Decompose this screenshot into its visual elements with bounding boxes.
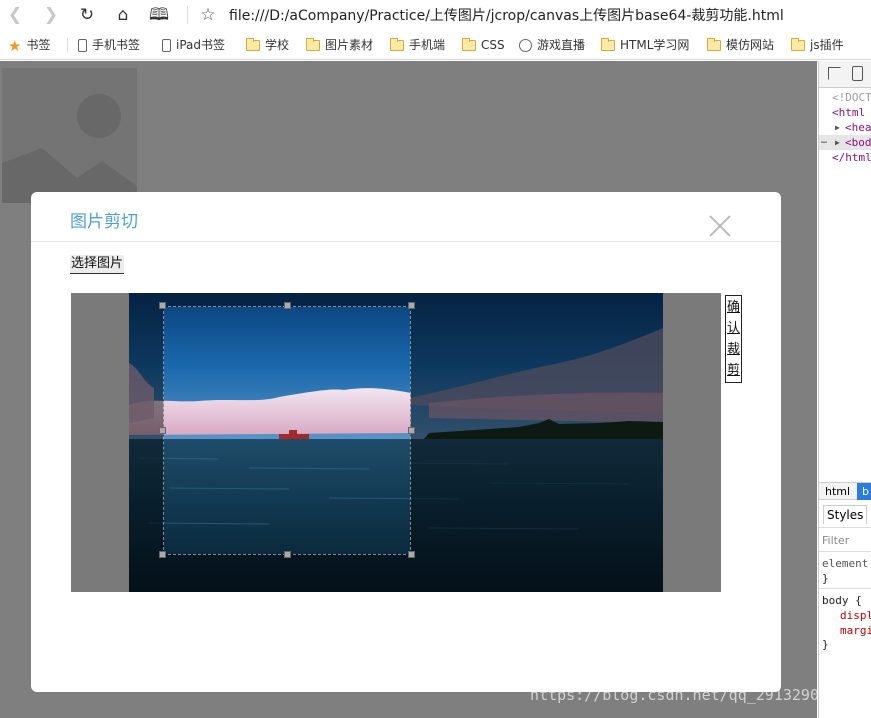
confirm-crop-label: 剪 xyxy=(726,363,740,378)
devtools-toolbar xyxy=(819,61,871,88)
crop-canvas xyxy=(71,293,721,592)
bookmark-item[interactable]: HTML学习网 xyxy=(601,37,689,53)
phone-icon xyxy=(78,39,87,52)
choose-image-button[interactable]: 选择图片 xyxy=(70,255,125,274)
crop-handle-ne[interactable] xyxy=(408,302,415,309)
tab-body[interactable]: b xyxy=(857,483,871,500)
dom-node[interactable]: <head xyxy=(845,121,871,134)
toolbar-divider xyxy=(187,6,188,24)
folder-icon xyxy=(390,38,404,51)
devtools-styles-tabs: Styles xyxy=(819,501,871,528)
bookmark-item[interactable]: 图片素材 xyxy=(306,37,373,53)
devtools-breadcrumb-tabs: html b xyxy=(819,482,871,500)
bookmark-item[interactable]: 学校 xyxy=(246,37,289,53)
globe-icon xyxy=(519,39,532,52)
reading-list-icon[interactable]: 🕮 xyxy=(147,3,171,27)
address-bar[interactable]: file:///D:/aCompany/Practice/上传图片/jcrop/… xyxy=(229,5,784,25)
devtools-divider xyxy=(819,551,871,552)
style-rule-line: body { xyxy=(822,594,862,607)
forward-icon[interactable]: ❯ xyxy=(39,3,63,27)
style-rule-line: } xyxy=(822,638,829,651)
bookmark-item[interactable]: 手机端 xyxy=(390,37,445,53)
reload-icon[interactable]: ↻ xyxy=(75,3,99,27)
dom-node[interactable]: <html xyxy=(832,106,865,119)
dom-node[interactable]: <body xyxy=(845,136,871,149)
home-icon[interactable]: ⌂ xyxy=(111,3,135,27)
style-rule-line: margi xyxy=(840,624,871,637)
confirm-crop-button[interactable]: 确 认 裁 剪 xyxy=(725,295,742,383)
styles-filter-input[interactable]: Filter xyxy=(822,534,849,547)
style-rule-line: } xyxy=(822,572,829,585)
folder-icon xyxy=(707,38,721,51)
expand-arrow-icon[interactable]: ▶ xyxy=(835,138,840,147)
bookmark-item[interactable]: 模仿网站 xyxy=(707,37,774,53)
star-icon: ★ xyxy=(8,36,22,55)
browser-toolbar: ❮ ❯ ↻ ⌂ 🕮 ☆ file:///D:/aCompany/Practice… xyxy=(0,0,871,30)
bookmark-item[interactable]: js插件 xyxy=(791,37,844,53)
crop-selection-preview xyxy=(164,307,410,554)
folder-icon xyxy=(306,38,320,51)
devtools-divider xyxy=(819,588,871,589)
bookmark-item[interactable]: iPad书签 xyxy=(162,37,225,53)
crop-dialog: 图片剪切 选择图片 确 认 裁 剪 xyxy=(31,192,781,692)
folder-icon xyxy=(601,38,615,51)
folder-icon xyxy=(462,38,476,51)
watermark: https://blog.csdn.net/qq_29132907 xyxy=(530,686,829,704)
crop-handle-w[interactable] xyxy=(159,427,166,434)
devtools-panel: <!DOCT <html <head ▶ … ▶ <body </html ht… xyxy=(818,61,871,718)
confirm-crop-label: 认 xyxy=(726,321,740,336)
more-icon[interactable]: … xyxy=(821,135,827,146)
back-icon[interactable]: ❮ xyxy=(3,3,27,27)
bookmark-item[interactable]: CSS xyxy=(462,37,505,53)
crop-handle-nw[interactable] xyxy=(159,302,166,309)
crop-handle-e[interactable] xyxy=(408,427,415,434)
bookmarks-divider xyxy=(67,38,68,53)
bookmark-item[interactable]: 游戏直播 xyxy=(519,37,585,53)
style-rule-line: displ xyxy=(840,609,871,622)
bookmark-item[interactable]: 手机书签 xyxy=(78,37,140,53)
folder-icon xyxy=(791,38,805,51)
tablet-icon xyxy=(162,39,171,52)
tab-html[interactable]: html xyxy=(825,485,850,498)
confirm-crop-label: 裁 xyxy=(726,342,740,357)
bookmark-item[interactable]: ★ 书签 xyxy=(8,36,50,55)
crop-handle-n[interactable] xyxy=(284,302,291,309)
confirm-crop-label: 确 xyxy=(726,300,740,315)
folder-icon xyxy=(246,38,260,51)
dialog-header: 图片剪切 xyxy=(31,192,781,242)
inspect-icon[interactable] xyxy=(828,67,841,80)
crop-selection[interactable] xyxy=(163,306,411,555)
style-rule-line: element xyxy=(822,557,869,570)
dialog-title: 图片剪切 xyxy=(70,212,138,232)
expand-arrow-icon[interactable]: ▶ xyxy=(835,123,840,132)
crop-handle-se[interactable] xyxy=(408,551,415,558)
close-icon[interactable] xyxy=(708,214,732,238)
device-toolbar-icon[interactable] xyxy=(852,66,863,81)
dom-node[interactable]: <!DOCT xyxy=(832,91,871,104)
tab-styles[interactable]: Styles xyxy=(823,505,868,524)
crop-handle-s[interactable] xyxy=(284,551,291,558)
dom-node[interactable]: </html xyxy=(832,151,871,164)
crop-handle-sw[interactable] xyxy=(159,551,166,558)
star-icon[interactable]: ☆ xyxy=(196,3,220,27)
bookmarks-bar: ★ 书签 手机书签 iPad书签 学校 图片素材 手机端 CSS 游戏直播 HTM… xyxy=(0,30,871,60)
